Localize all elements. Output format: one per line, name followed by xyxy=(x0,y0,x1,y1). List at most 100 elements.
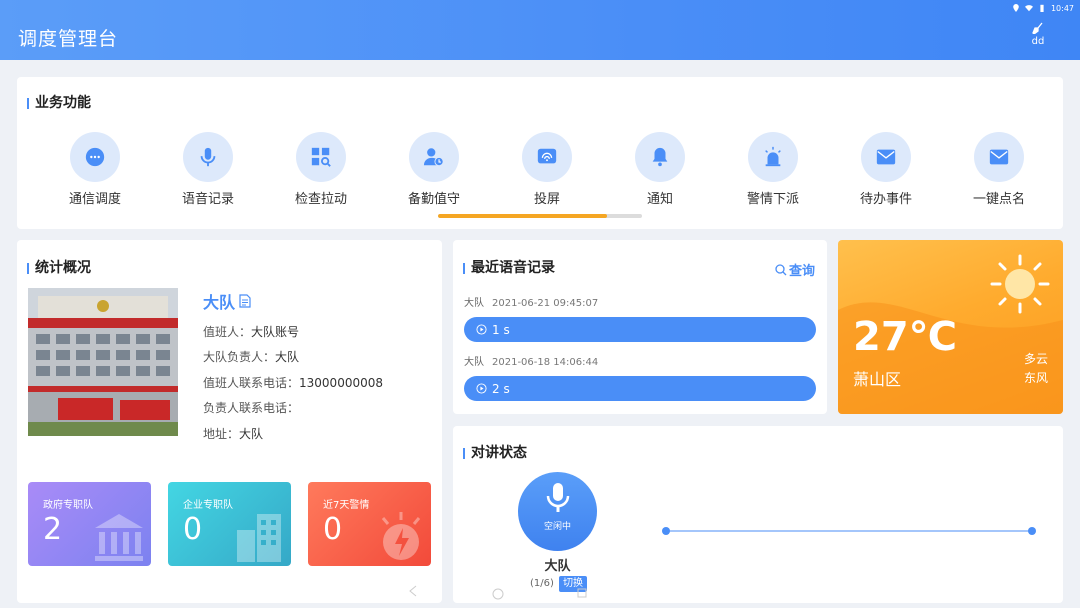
voice-duration: 1 s xyxy=(492,322,510,337)
info-label: 值班人： xyxy=(203,325,252,339)
team-name-link[interactable]: 大队 xyxy=(203,289,252,313)
nav-back-icon[interactable] xyxy=(407,585,419,597)
user-name: dd xyxy=(1031,36,1045,47)
info-label: 地址： xyxy=(203,427,240,441)
record-meta: 大队 2021-06-21 09:45:07 xyxy=(464,294,598,309)
temperature: 27℃ xyxy=(853,314,958,360)
func-alarm-dispatch[interactable]: 警情下派 xyxy=(723,132,823,207)
stat-value: 0 xyxy=(323,512,343,547)
func-label: 投屏 xyxy=(533,192,560,207)
office-building-icon xyxy=(237,514,281,562)
stat-card-government[interactable]: 政府专职队 2 xyxy=(28,482,151,566)
page-title: 调度管理台 xyxy=(18,28,119,50)
record-time: 2021-06-21 09:45:07 xyxy=(492,298,599,309)
info-leader-phone: 负责人联系电话： xyxy=(203,399,299,416)
stat-card-enterprise[interactable]: 企业专职队 0 xyxy=(168,482,291,566)
wifi-icon xyxy=(1024,5,1033,12)
query-label: 查询 xyxy=(788,264,815,279)
play-icon xyxy=(476,383,487,394)
section-title-voice: 最近语音记录 xyxy=(463,260,555,276)
func-voice-records[interactable]: 语音记录 xyxy=(158,132,258,207)
voice-duration: 2 s xyxy=(492,381,510,396)
weather-card: 27℃ 萧山区 多云 东风 xyxy=(838,240,1063,414)
status-bar: 10:47 xyxy=(1012,2,1074,14)
func-label: 检查拉动 xyxy=(294,192,347,207)
nav-recents-icon[interactable] xyxy=(577,588,587,598)
team-name: 大队 xyxy=(203,293,236,312)
search-icon xyxy=(775,263,787,275)
scrollbar-thumb[interactable] xyxy=(438,214,608,218)
weather-condition: 多云 东风 xyxy=(1024,350,1048,388)
user-button[interactable]: dd xyxy=(1026,22,1050,47)
screencast-icon xyxy=(537,148,557,164)
func-roll-call[interactable]: 一键点名 xyxy=(949,132,1049,207)
record-team: 大队 xyxy=(464,357,484,368)
info-duty-phone: 值班人联系电话：13000000008 xyxy=(203,374,383,391)
district-name: 萧山区 xyxy=(853,370,902,389)
stat-label: 企业专职队 xyxy=(183,500,233,511)
query-button[interactable]: 查询 xyxy=(775,260,815,279)
function-row: 通信调度 语音记录 检查拉动 备勤值守 投屏 通知 警情下派 待办事件 一键点名 xyxy=(27,132,1047,207)
intercom-page: (1/6) xyxy=(530,578,554,589)
user-clock-icon xyxy=(423,148,444,167)
status-time: 10:47 xyxy=(1050,3,1074,13)
func-label: 通信调度 xyxy=(68,192,121,207)
intercom-status: 空闲中 xyxy=(543,522,571,532)
intercom-mic-button[interactable]: 空闲中 xyxy=(518,472,597,551)
func-comm-dispatch[interactable]: 通信调度 xyxy=(45,132,145,207)
stat-value: 2 xyxy=(43,512,63,547)
info-value: 13000000008 xyxy=(299,376,383,390)
weather-sky: 多云 xyxy=(1023,352,1048,366)
sun-icon xyxy=(990,254,1050,314)
func-todo-events[interactable]: 待办事件 xyxy=(836,132,936,207)
func-label: 语音记录 xyxy=(181,192,234,207)
func-label: 待办事件 xyxy=(859,192,912,207)
func-label: 备勤值守 xyxy=(407,192,460,207)
info-value: 大队账号 xyxy=(251,325,300,339)
siren-icon xyxy=(765,146,781,167)
info-leader: 大队负责人：大队 xyxy=(203,348,299,365)
info-value: 大队 xyxy=(239,427,264,441)
info-value: 大队 xyxy=(275,350,300,364)
nav-home-icon[interactable] xyxy=(492,588,504,600)
record-meta: 大队 2021-06-18 14:06:44 xyxy=(464,353,598,368)
stats-overview-panel: 统计概况 大队 值班人：大队账号 大队负责人：大队 值班人联系电话：130000… xyxy=(17,240,442,603)
intercom-status-panel: 对讲状态 空闲中 大队 (1/6) 切换 xyxy=(453,426,1063,603)
function-scrollbar[interactable] xyxy=(438,214,642,218)
chat-bubble-icon xyxy=(85,147,105,167)
envelope-icon xyxy=(876,149,896,165)
bell-icon xyxy=(652,147,668,167)
func-standby-duty[interactable]: 备勤值守 xyxy=(384,132,484,207)
record-team: 大队 xyxy=(464,298,484,309)
func-label: 警情下派 xyxy=(746,192,799,207)
weather-wind: 东风 xyxy=(1023,371,1048,385)
voice-play-bar[interactable]: 2 s xyxy=(464,376,816,401)
section-title-business: 业务功能 xyxy=(27,95,91,111)
func-label: 一键点名 xyxy=(972,192,1025,207)
info-label: 值班人联系电话： xyxy=(203,376,300,390)
func-screencast[interactable]: 投屏 xyxy=(497,132,597,207)
broom-icon xyxy=(1032,22,1043,34)
stat-label: 近7天警情 xyxy=(323,500,370,511)
section-title-stats: 统计概况 xyxy=(27,260,91,276)
app-header: 10:47 调度管理台 dd xyxy=(0,0,1080,60)
intercom-timeline xyxy=(662,527,1036,535)
station-photo xyxy=(28,288,178,436)
info-label: 负责人联系电话： xyxy=(203,401,300,415)
func-inspection[interactable]: 检查拉动 xyxy=(271,132,371,207)
info-label: 大队负责人： xyxy=(203,350,276,364)
func-label: 通知 xyxy=(646,192,673,207)
section-title-intercom: 对讲状态 xyxy=(463,445,527,461)
stat-card-recent-alarms[interactable]: 近7天警情 0 xyxy=(308,482,431,566)
stat-label: 政府专职队 xyxy=(43,500,93,511)
stat-value: 0 xyxy=(183,512,203,547)
info-address: 地址：大队 xyxy=(203,425,263,442)
voice-play-bar[interactable]: 1 s xyxy=(464,317,816,342)
grid-search-icon xyxy=(311,147,331,167)
government-building-icon xyxy=(95,514,143,561)
play-icon xyxy=(476,324,487,335)
business-functions-panel: 业务功能 通信调度 语音记录 检查拉动 备勤值守 投屏 通知 警情下派 待办事件… xyxy=(17,77,1063,229)
record-time: 2021-06-18 14:06:44 xyxy=(492,357,599,368)
document-icon xyxy=(239,294,251,308)
func-notice[interactable]: 通知 xyxy=(610,132,710,207)
